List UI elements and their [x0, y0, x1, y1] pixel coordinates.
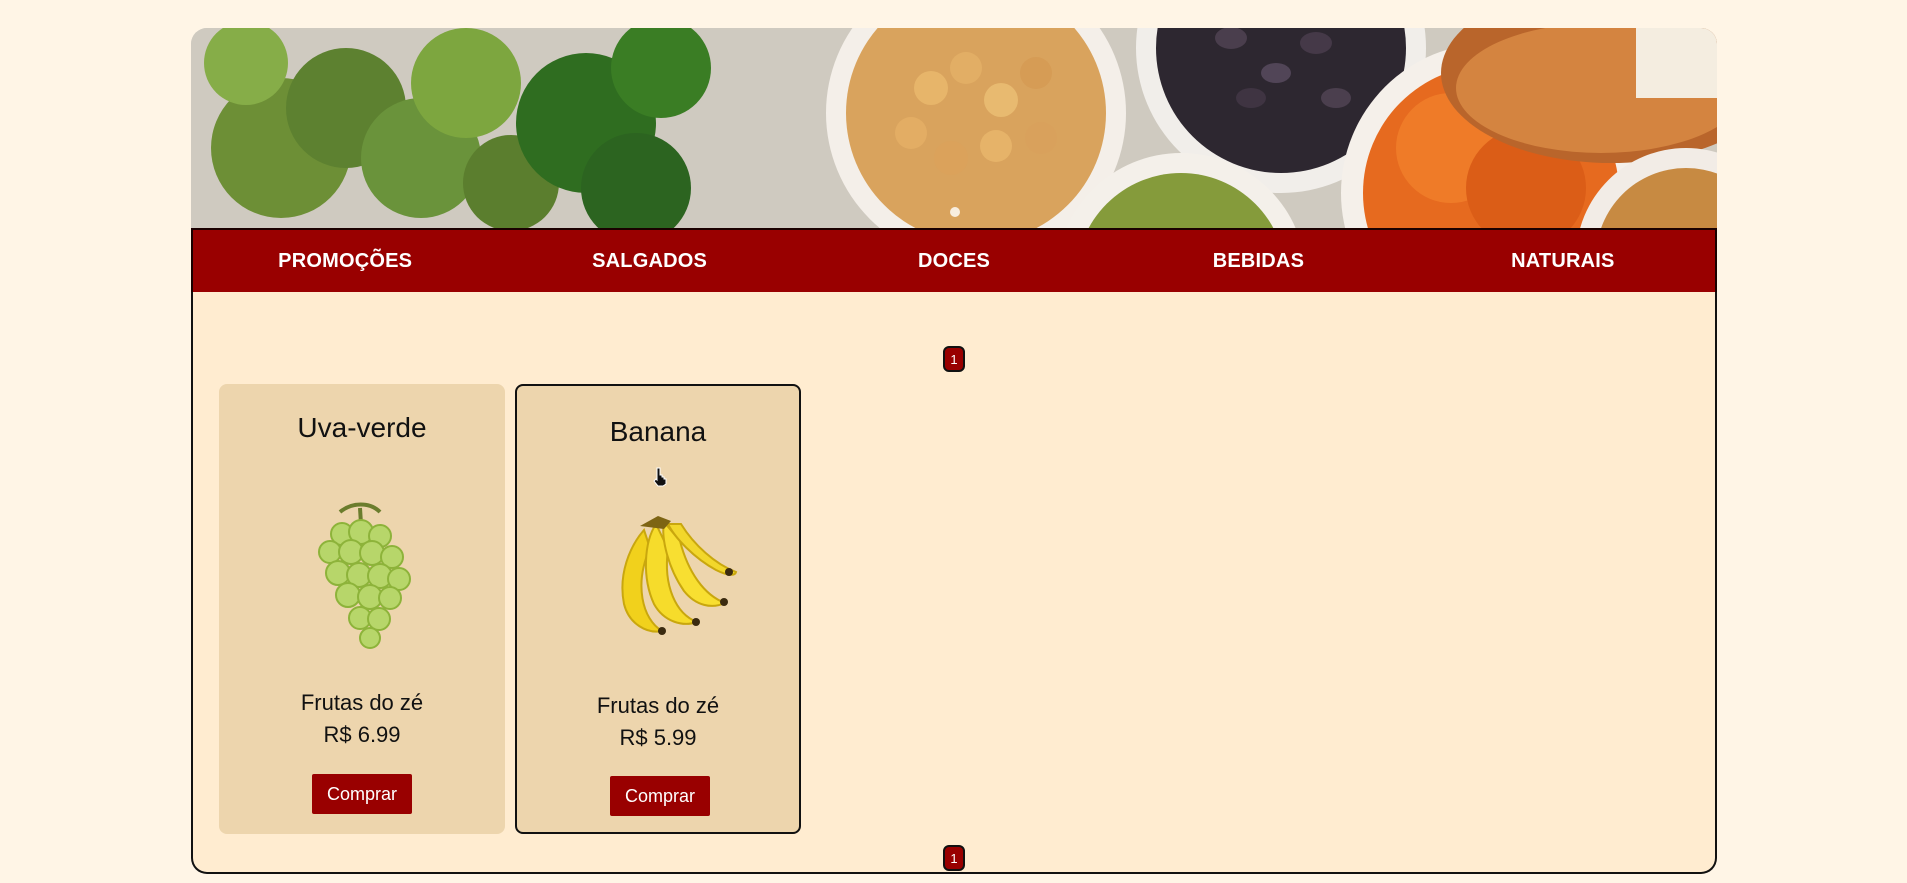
- nav-item-doces[interactable]: DOCES: [802, 230, 1106, 292]
- nav-item-naturais[interactable]: NATURAIS: [1411, 230, 1715, 292]
- product-card: Banana Frutas do zé R$ 5.99 Comprar: [515, 384, 801, 834]
- nav-item-salgados[interactable]: SALGADOS: [497, 230, 801, 292]
- product-title: Banana: [609, 416, 707, 447]
- nav-item-bebidas[interactable]: BEBIDAS: [1106, 230, 1410, 292]
- page-shell: PROMOÇÕES SALGADOS DOCES BEBIDAS NATURAI…: [191, 28, 1717, 874]
- product-seller: Frutas do zé: [300, 690, 424, 715]
- pagination-page-button-bottom[interactable]: 1: [943, 845, 965, 871]
- healthy-food-banner-image: [191, 28, 1717, 228]
- category-navbar: PROMOÇÕES SALGADOS DOCES BEBIDAS NATURAI…: [191, 228, 1717, 294]
- product-title: Uva-verde: [297, 412, 427, 443]
- hand-cursor-icon: [652, 467, 668, 487]
- banana-icon: [580, 496, 740, 656]
- hero-banner: [191, 28, 1717, 228]
- products-section: 1 Uva-verde Frutas do zé R$ 6.99 Comprar…: [191, 292, 1717, 874]
- product-price: R$ 5.99: [619, 725, 697, 750]
- product-card: Uva-verde Frutas do zé R$ 6.99 Comprar: [219, 384, 505, 834]
- product-seller: Frutas do zé: [596, 693, 720, 718]
- buy-button[interactable]: Comprar: [610, 776, 710, 816]
- product-price: R$ 6.99: [323, 722, 401, 747]
- carousel-indicator[interactable]: [950, 207, 960, 217]
- nav-item-promocoes[interactable]: PROMOÇÕES: [193, 230, 497, 292]
- buy-button[interactable]: Comprar: [312, 774, 412, 814]
- green-grapes-icon: [282, 494, 442, 654]
- pagination-page-button-top[interactable]: 1: [943, 346, 965, 372]
